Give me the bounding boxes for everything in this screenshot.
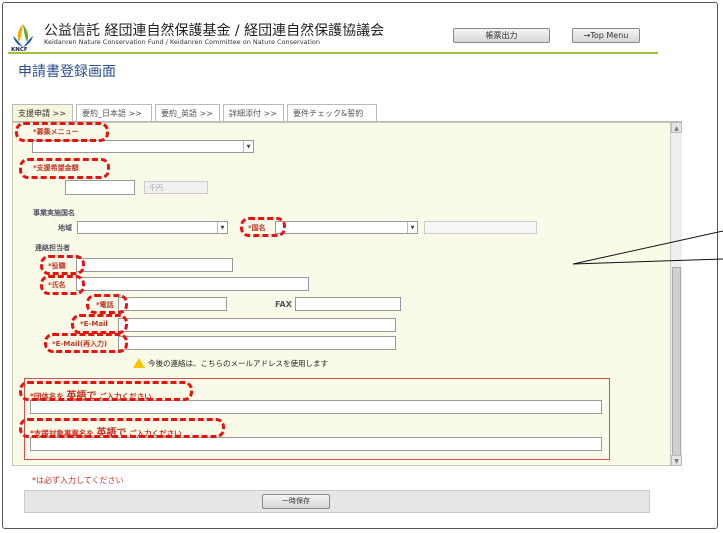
save-bar — [24, 490, 650, 513]
callout-line — [572, 230, 723, 265]
save-draft-button[interactable]: 一時保存 — [262, 494, 330, 509]
required-note: *は必ず入力してください — [32, 476, 124, 485]
